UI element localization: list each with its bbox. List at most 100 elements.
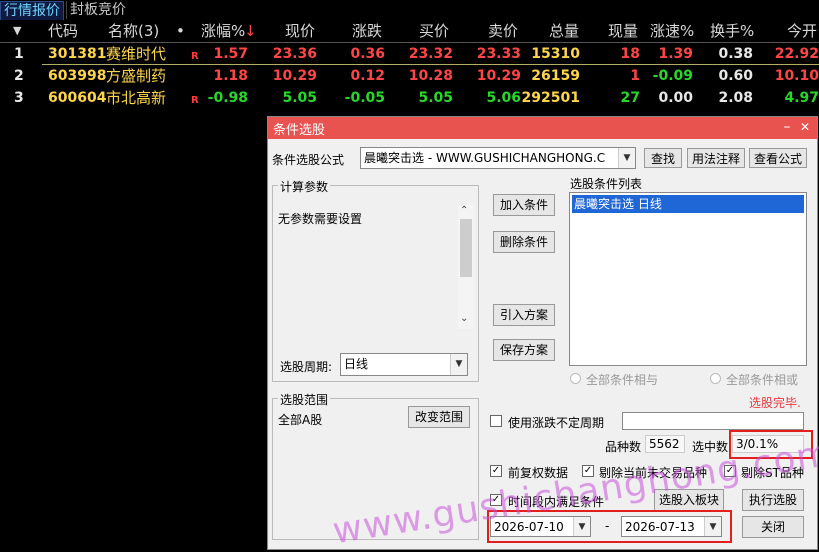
- params-group-title: 计算参数: [278, 178, 331, 195]
- close-icon[interactable]: ✕: [797, 119, 813, 135]
- bid: 23.32: [408, 46, 453, 62]
- col-speed[interactable]: 涨速%: [650, 21, 694, 41]
- volume: 26159: [531, 68, 580, 84]
- usage-notes-button[interactable]: 用法注释: [687, 148, 745, 168]
- sort-desc-icon: ↓: [244, 22, 257, 40]
- change-pct: 1.57: [213, 46, 248, 62]
- stock-name: 赛维时代: [106, 45, 167, 63]
- condition-list-title: 选股条件列表: [570, 177, 643, 191]
- speed: 0.00: [658, 90, 693, 106]
- params-scrollbar[interactable]: ⌃ ⌄: [458, 205, 474, 329]
- margin-flag-badge: R: [191, 95, 199, 106]
- count-field: 5562: [645, 435, 685, 453]
- price: 5.05: [282, 90, 317, 106]
- period-select[interactable]: 日线 ▼: [340, 353, 468, 376]
- bid: 10.28: [408, 68, 453, 84]
- import-scheme-button[interactable]: 引入方案: [493, 304, 555, 326]
- radio-or-label: 全部条件相或: [726, 373, 799, 387]
- col-dot: •: [176, 22, 185, 40]
- tab-bar: 行情报价 封板竞价: [0, 0, 819, 20]
- speed: -0.09: [652, 68, 693, 84]
- turnover: 2.08: [718, 90, 753, 106]
- close-button[interactable]: 关闭: [742, 516, 804, 538]
- turnover: 0.38: [718, 46, 753, 62]
- stock-code: 600604: [48, 90, 107, 106]
- scroll-thumb[interactable]: [460, 219, 472, 277]
- col-turnover[interactable]: 换手%: [710, 21, 754, 41]
- col-name[interactable]: 名称(3): [108, 21, 159, 41]
- stock-name: 市北高新: [106, 89, 167, 107]
- chevron-down-icon: ▼: [618, 148, 635, 168]
- col-open[interactable]: 今开: [787, 21, 817, 41]
- col-volume[interactable]: 总量: [549, 21, 579, 41]
- bid: 5.05: [418, 90, 453, 106]
- margin-flag-badge: R: [191, 51, 199, 62]
- col-price[interactable]: 现价: [285, 21, 315, 41]
- col-bid[interactable]: 买价: [419, 21, 449, 41]
- table-row[interactable]: 1 301381 赛维时代 R 1.57 23.36 0.36 23.32 23…: [0, 43, 819, 65]
- chevron-down-icon: ▼: [450, 354, 467, 375]
- chevron-down-icon[interactable]: ⌄: [460, 313, 468, 324]
- condition-list[interactable]: 晨曦突击选 日线: [569, 192, 807, 366]
- change-pct: 1.18: [213, 68, 248, 84]
- params-text: 无参数需要设置: [278, 212, 363, 226]
- open: 4.97: [784, 90, 819, 106]
- chevron-up-icon[interactable]: ⌃: [460, 205, 468, 216]
- price: 10.29: [272, 68, 317, 84]
- formula-select[interactable]: 晨曦突击选 - WWW.GUSHICHANGHONG.C ▼: [360, 147, 636, 169]
- column-menu-icon[interactable]: ▼: [13, 21, 21, 41]
- row-index: 1: [14, 46, 24, 62]
- change: 0.12: [350, 68, 385, 84]
- change-range-button[interactable]: 改变范围: [408, 406, 470, 428]
- stock-code: 603998: [48, 68, 107, 84]
- restore-rights-checkbox[interactable]: ✓: [490, 465, 502, 477]
- count-label: 品种数: [605, 440, 642, 454]
- range-value: 全部A股: [278, 413, 323, 427]
- col-code[interactable]: 代码: [48, 21, 78, 41]
- dialog-title-bar[interactable]: 条件选股 – ✕: [268, 117, 817, 139]
- col-change[interactable]: 涨跌: [352, 21, 382, 41]
- table-row[interactable]: 2 603998 方盛制药 1.18 10.29 0.12 10.28 10.2…: [0, 65, 819, 87]
- cur-volume: 27: [620, 90, 640, 106]
- change: 0.36: [350, 46, 385, 62]
- change-pct: -0.98: [207, 90, 248, 106]
- radio-and[interactable]: [570, 373, 581, 384]
- variable-period-checkbox[interactable]: [490, 415, 502, 427]
- radio-and-label: 全部条件相与: [586, 373, 659, 387]
- col-ask[interactable]: 卖价: [488, 21, 518, 41]
- formula-select-value: 晨曦突击选 - WWW.GUSHICHANGHONG.C: [364, 151, 606, 165]
- period-label: 选股周期:: [280, 360, 333, 374]
- quote-table-header: ▼ 代码 名称(3) • 涨幅% ↓ 现价 涨跌 买价 卖价 总量 现量 涨速%…: [0, 20, 819, 43]
- list-item[interactable]: 晨曦突击选 日线: [572, 195, 804, 213]
- change: -0.05: [344, 90, 385, 106]
- variable-period-label: 使用涨跌不定周期: [508, 416, 605, 430]
- cur-volume: 1: [630, 68, 640, 84]
- radio-or[interactable]: [710, 373, 721, 384]
- row-index: 3: [14, 90, 24, 106]
- view-formula-button[interactable]: 查看公式: [749, 148, 807, 168]
- variable-period-field[interactable]: [622, 412, 804, 430]
- minimize-icon[interactable]: –: [779, 119, 795, 135]
- col-change-pct[interactable]: 涨幅%: [201, 21, 245, 41]
- ask: 23.33: [476, 46, 521, 62]
- period-select-value: 日线: [344, 357, 369, 371]
- ask: 10.29: [476, 68, 521, 84]
- volume: 292501: [521, 90, 580, 106]
- stock-code: 301381: [48, 46, 107, 62]
- add-condition-button[interactable]: 加入条件: [493, 194, 555, 216]
- table-row[interactable]: 3 600604 市北高新 R -0.98 5.05 -0.05 5.05 5.…: [0, 87, 819, 109]
- tab-limit-auction[interactable]: 封板竞价: [66, 1, 129, 19]
- status-text: 选股完毕.: [749, 396, 801, 410]
- price: 23.36: [272, 46, 317, 62]
- col-cur-volume[interactable]: 现量: [608, 21, 638, 41]
- delete-condition-button[interactable]: 删除条件: [493, 231, 555, 253]
- speed: 1.39: [658, 46, 693, 62]
- run-selection-button[interactable]: 执行选股: [742, 489, 804, 511]
- ask: 5.06: [486, 90, 521, 106]
- find-button[interactable]: 查找: [644, 148, 682, 168]
- stock-name: 方盛制药: [106, 67, 167, 85]
- formula-label: 条件选股公式: [272, 153, 345, 167]
- tab-quotes[interactable]: 行情报价: [0, 1, 64, 20]
- save-scheme-button[interactable]: 保存方案: [493, 339, 555, 361]
- open: 10.10: [774, 68, 819, 84]
